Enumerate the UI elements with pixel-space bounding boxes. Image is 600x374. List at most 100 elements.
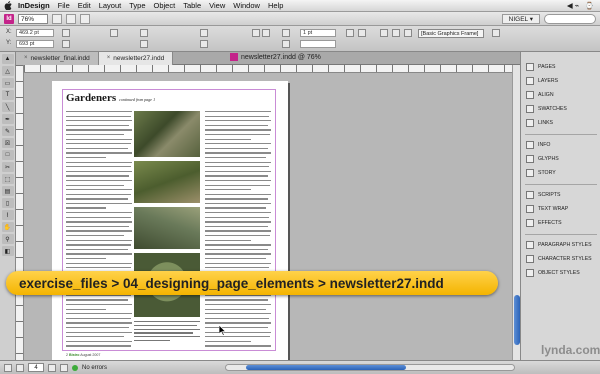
- rotate-icon[interactable]: [200, 29, 208, 37]
- stroke-swatch-icon[interactable]: [282, 40, 290, 48]
- panel-text-wrap[interactable]: TEXT WRAP: [521, 202, 600, 215]
- workspace-switcher[interactable]: NIGEL ▾: [501, 13, 540, 24]
- document-icon: [230, 53, 238, 61]
- menu-help[interactable]: Help: [268, 1, 283, 10]
- horizontal-ruler[interactable]: [24, 65, 512, 73]
- selection-tool-icon[interactable]: ▲: [1, 54, 14, 64]
- fill-swatch-icon[interactable]: [282, 29, 290, 37]
- panel-layers[interactable]: LAYERS: [521, 74, 600, 87]
- frame-tool-icon[interactable]: ☒: [1, 138, 14, 148]
- panel-info[interactable]: INFO: [521, 138, 600, 151]
- vertical-scrollbar[interactable]: [512, 65, 520, 360]
- search-field[interactable]: [544, 13, 596, 24]
- direct-selection-tool-icon[interactable]: △: [1, 66, 14, 76]
- height-field-icon[interactable]: [62, 40, 70, 48]
- panel-effects[interactable]: EFFECTS: [521, 216, 600, 229]
- stroke-type-select[interactable]: [300, 40, 336, 48]
- previous-page-button[interactable]: [16, 363, 24, 372]
- menu-edit[interactable]: Edit: [78, 1, 91, 10]
- panel-pages[interactable]: PAGES: [521, 60, 600, 73]
- horizontal-scrollbar[interactable]: [225, 364, 515, 371]
- center-content-icon[interactable]: [404, 29, 412, 37]
- object-style-select[interactable]: [Basic Graphics Frame]: [418, 29, 484, 38]
- menu-view[interactable]: View: [209, 1, 225, 10]
- menu-layout[interactable]: Layout: [99, 1, 122, 10]
- menu-app-name[interactable]: InDesign: [18, 1, 50, 10]
- clock-icon[interactable]: ⌚: [585, 2, 594, 10]
- page-number-field[interactable]: 4: [28, 363, 44, 372]
- flip-vertical-icon[interactable]: [262, 29, 270, 37]
- pasteboard[interactable]: Gardeners continued from page 1 2 Bistro …: [24, 73, 512, 360]
- first-page-button[interactable]: [4, 363, 12, 372]
- view-options-button[interactable]: [52, 13, 62, 24]
- line-tool-icon[interactable]: ╲: [1, 102, 14, 112]
- tab-newsletter27[interactable]: × newsletter27.indd: [98, 52, 174, 65]
- menu-window[interactable]: Window: [233, 1, 260, 10]
- text-column-right[interactable]: [205, 111, 271, 350]
- photo-plants[interactable]: [134, 161, 200, 203]
- pencil-tool-icon[interactable]: ✎: [1, 126, 14, 136]
- fit-frame-icon[interactable]: [392, 29, 400, 37]
- greeked-text-line: [134, 332, 194, 334]
- page-heading[interactable]: Gardeners continued from page 1: [66, 92, 155, 104]
- horizontal-scroll-thumb[interactable]: [246, 365, 406, 370]
- panel-story[interactable]: STORY: [521, 166, 600, 179]
- screen-mode-button[interactable]: [66, 13, 76, 24]
- scissors-tool-icon[interactable]: ✂: [1, 162, 14, 172]
- last-page-button[interactable]: [60, 363, 68, 372]
- eyedropper-tool-icon[interactable]: ⌇: [1, 210, 14, 220]
- photo-caption[interactable]: [134, 321, 200, 344]
- scale-x-icon[interactable]: [140, 29, 148, 37]
- width-field-icon[interactable]: [62, 29, 70, 37]
- gradient-tool-icon[interactable]: ▤: [1, 186, 14, 196]
- close-icon[interactable]: ×: [24, 52, 28, 65]
- preflight-status-icon[interactable]: [72, 364, 78, 371]
- greeked-text-line: [205, 267, 270, 269]
- panel-paragraph-styles[interactable]: PARAGRAPH STYLES: [521, 238, 600, 251]
- photo-gardener[interactable]: [134, 111, 200, 157]
- scale-y-icon[interactable]: [140, 40, 148, 48]
- panel-object-styles[interactable]: OBJECT STYLES: [521, 266, 600, 279]
- close-icon[interactable]: ×: [107, 52, 111, 65]
- fill-stroke-icon[interactable]: ◧: [1, 246, 14, 256]
- opacity-icon[interactable]: [358, 29, 366, 37]
- drop-shadow-icon[interactable]: [346, 29, 354, 37]
- hand-tool-icon[interactable]: ✋: [1, 222, 14, 232]
- fit-content-icon[interactable]: [380, 29, 388, 37]
- menu-type[interactable]: Type: [129, 1, 145, 10]
- stroke-weight-field[interactable]: 1 pt: [300, 29, 336, 37]
- type-tool-icon[interactable]: T: [1, 90, 14, 100]
- free-transform-tool-icon[interactable]: ⬚: [1, 174, 14, 184]
- page-tool-icon[interactable]: ▭: [1, 78, 14, 88]
- note-tool-icon[interactable]: ▯: [1, 198, 14, 208]
- menu-object[interactable]: Object: [154, 1, 176, 10]
- apple-icon[interactable]: [4, 1, 12, 10]
- preflight-status-text[interactable]: No errors: [82, 365, 107, 371]
- rectangle-tool-icon[interactable]: □: [1, 150, 14, 160]
- menu-table[interactable]: Table: [183, 1, 201, 10]
- panel-menu-icon[interactable]: [492, 29, 500, 37]
- flip-horizontal-icon[interactable]: [252, 29, 260, 37]
- y-position-field[interactable]: 693 pt: [16, 40, 54, 48]
- pen-tool-icon[interactable]: ✒: [1, 114, 14, 124]
- status-icons[interactable]: ◀ ⌁: [567, 1, 579, 10]
- panel-character-styles[interactable]: CHARACTER STYLES: [521, 252, 600, 265]
- zoom-level-field[interactable]: 76%: [18, 13, 48, 24]
- tab-newsletter-final[interactable]: × newsletter_final.indd: [16, 52, 99, 65]
- panel-align[interactable]: ALIGN: [521, 88, 600, 101]
- next-page-button[interactable]: [48, 363, 56, 372]
- arrange-documents-button[interactable]: [80, 13, 90, 24]
- text-column-left[interactable]: [66, 111, 132, 350]
- panel-scripts[interactable]: SCRIPTS: [521, 188, 600, 201]
- panel-swatches[interactable]: SWATCHES: [521, 102, 600, 115]
- photo-artichoke-plant[interactable]: [134, 207, 200, 249]
- zoom-tool-icon[interactable]: ⚲: [1, 234, 14, 244]
- menu-file[interactable]: File: [58, 1, 70, 10]
- panel-links[interactable]: LINKS: [521, 116, 600, 129]
- shear-icon[interactable]: [200, 40, 208, 48]
- document-page[interactable]: Gardeners continued from page 1 2 Bistro …: [52, 81, 288, 360]
- constrain-proportions-icon[interactable]: [110, 29, 118, 37]
- vertical-ruler[interactable]: [16, 65, 24, 360]
- x-position-field[interactable]: 469.2 pt: [16, 29, 54, 37]
- panel-glyphs[interactable]: GLYPHS: [521, 152, 600, 165]
